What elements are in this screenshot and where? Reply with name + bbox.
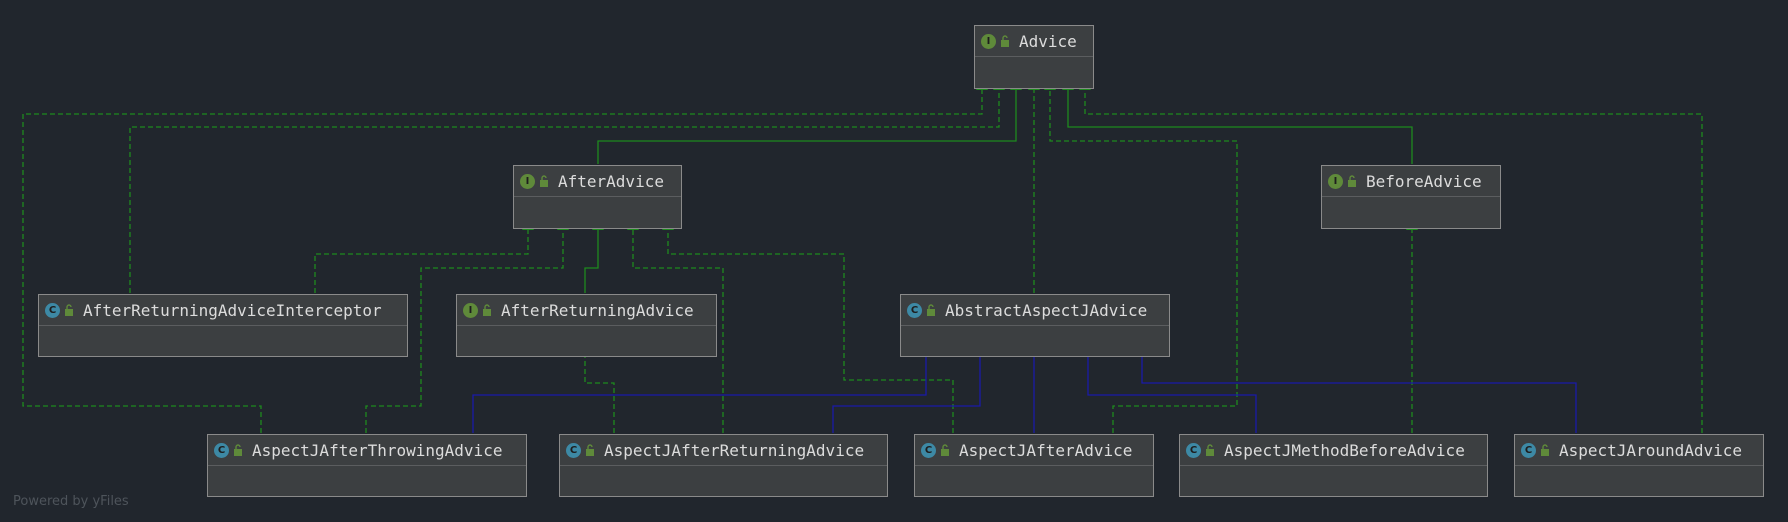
- lock-open-icon: [927, 304, 935, 316]
- class-icon: C: [1186, 442, 1201, 458]
- node-aspectj-after-advice[interactable]: C AspectJAfterAdvice: [914, 434, 1154, 497]
- node-label: AfterAdvice: [558, 171, 664, 191]
- node-header: C AspectJAfterThrowingAdvice: [208, 435, 526, 466]
- node-header: C AspectJAroundAdvice: [1515, 435, 1763, 466]
- node-header: I AfterReturningAdvice: [457, 295, 716, 326]
- edge-beforeadvice-to-advice: [1062, 79, 1413, 164]
- node-header: C AbstractAspectJAdvice: [901, 295, 1169, 326]
- node-after-returning-advice-interceptor[interactable]: C AfterReturningAdviceInterceptor: [38, 294, 408, 357]
- node-after-returning-advice[interactable]: I AfterReturningAdvice: [456, 294, 717, 357]
- interface-icon: I: [1328, 173, 1343, 189]
- node-after-advice[interactable]: I AfterAdvice: [513, 165, 682, 229]
- node-header: C AspectJAfterReturningAdvice: [560, 435, 887, 466]
- class-icon: C: [214, 442, 229, 458]
- interface-icon: I: [520, 173, 535, 189]
- node-label: AspectJAfterAdvice: [959, 440, 1133, 460]
- lock-open-icon: [234, 444, 242, 456]
- node-aspectj-after-returning-advice[interactable]: C AspectJAfterReturningAdvice: [559, 434, 888, 497]
- node-label: AspectJAroundAdvice: [1559, 440, 1743, 460]
- node-label: AfterReturningAdvice: [501, 300, 694, 320]
- lock-open-icon: [65, 304, 73, 316]
- lock-open-icon: [586, 444, 594, 456]
- node-header: I BeforeAdvice: [1322, 166, 1500, 197]
- lock-open-icon: [483, 304, 491, 316]
- node-header: C AspectJAfterAdvice: [915, 435, 1153, 466]
- node-aspectj-method-before-advice[interactable]: C AspectJMethodBeforeAdvice: [1179, 434, 1488, 497]
- node-header: I AfterAdvice: [514, 166, 681, 197]
- node-abstract-aspectj-advice[interactable]: C AbstractAspectJAdvice: [900, 294, 1170, 357]
- node-label: BeforeAdvice: [1366, 171, 1482, 191]
- node-label: Advice: [1019, 31, 1077, 51]
- interface-icon: I: [463, 302, 478, 318]
- node-label: AfterReturningAdviceInterceptor: [83, 300, 382, 320]
- node-label: AspectJMethodBeforeAdvice: [1224, 440, 1465, 460]
- node-aspectj-after-throwing-advice[interactable]: C AspectJAfterThrowingAdvice: [207, 434, 527, 497]
- edge-afterreturningadvice-to-afteradvice: [584, 219, 604, 293]
- lock-open-icon: [1348, 175, 1356, 187]
- lock-open-icon: [540, 175, 548, 187]
- lock-open-icon: [941, 444, 949, 456]
- node-label: AspectJAfterReturningAdvice: [604, 440, 865, 460]
- class-icon: C: [566, 442, 581, 458]
- node-aspectj-around-advice[interactable]: C AspectJAroundAdvice: [1514, 434, 1764, 497]
- powered-by-footer: Powered by yFiles: [13, 494, 129, 509]
- lock-open-icon: [1206, 444, 1214, 456]
- node-advice[interactable]: I Advice: [974, 25, 1094, 89]
- node-header: I Advice: [975, 26, 1093, 57]
- class-icon: C: [907, 302, 922, 318]
- node-header: C AfterReturningAdviceInterceptor: [39, 295, 407, 326]
- lock-open-icon: [1541, 444, 1549, 456]
- class-icon: C: [45, 302, 60, 318]
- interface-icon: I: [981, 33, 996, 49]
- node-before-advice[interactable]: I BeforeAdvice: [1321, 165, 1501, 229]
- node-label: AspectJAfterThrowingAdvice: [252, 440, 503, 460]
- edge-throwing-to-abstract: [472, 346, 932, 433]
- class-icon: C: [1521, 442, 1536, 458]
- class-icon: C: [921, 442, 936, 458]
- node-label: AbstractAspectJAdvice: [945, 300, 1148, 320]
- edge-after-to-advice: [1044, 79, 1238, 433]
- node-header: C AspectJMethodBeforeAdvice: [1180, 435, 1487, 466]
- lock-open-icon: [1001, 35, 1009, 47]
